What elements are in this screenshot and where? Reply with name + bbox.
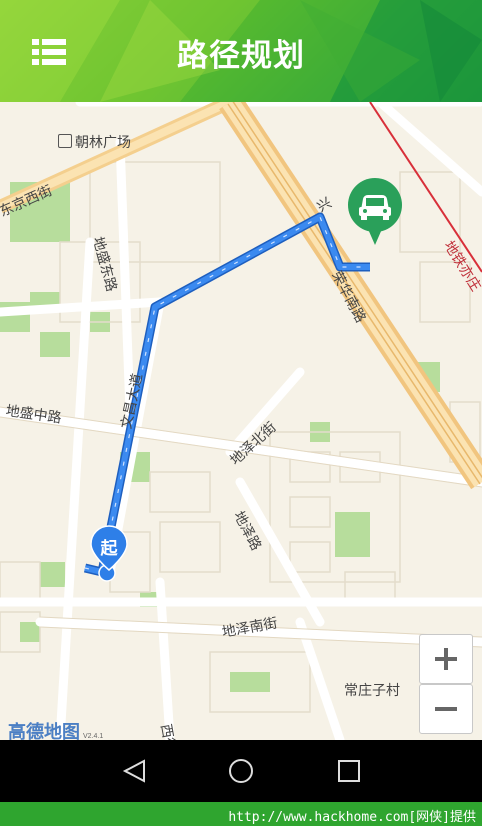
home-circle-icon [229, 759, 253, 783]
car-icon [348, 178, 402, 245]
nav-recent-button[interactable] [334, 756, 364, 786]
system-nav-bar [0, 740, 482, 802]
map-view[interactable]: 朝林广场 东京西街 地盛东路 地盛中路 文昌大道 地泽北街 地泽路 地泽南街 荣… [0, 102, 482, 740]
destination-marker[interactable] [346, 177, 404, 249]
roads [0, 102, 482, 740]
back-triangle-icon [122, 759, 145, 783]
minus-icon [435, 707, 457, 711]
watermark-bar: http://www.hackhome.com[网侠]提供 [0, 802, 482, 826]
zoom-out-button[interactable] [419, 684, 473, 734]
page-title: 路径规划 [177, 38, 305, 73]
recent-square-icon [338, 760, 360, 782]
watermark-text: http://www.hackhome.com[网侠]提供 [228, 810, 476, 825]
poi-chaolin: 朝林广场 [58, 132, 131, 152]
map-canvas [0, 102, 482, 740]
plus-icon [435, 648, 457, 670]
app-header: 路径规划 [0, 0, 482, 102]
nav-home-button[interactable] [226, 756, 256, 786]
poi-changzhuang: 常庄子村 [344, 682, 400, 698]
zoom-in-button[interactable] [419, 634, 473, 684]
building-icon [58, 134, 72, 148]
nav-back-button[interactable] [120, 756, 150, 786]
start-marker[interactable]: 起 [90, 525, 128, 571]
start-marker-label: 起 [100, 539, 118, 558]
map-logo: 高德地图 V2.4.1 [8, 722, 104, 740]
